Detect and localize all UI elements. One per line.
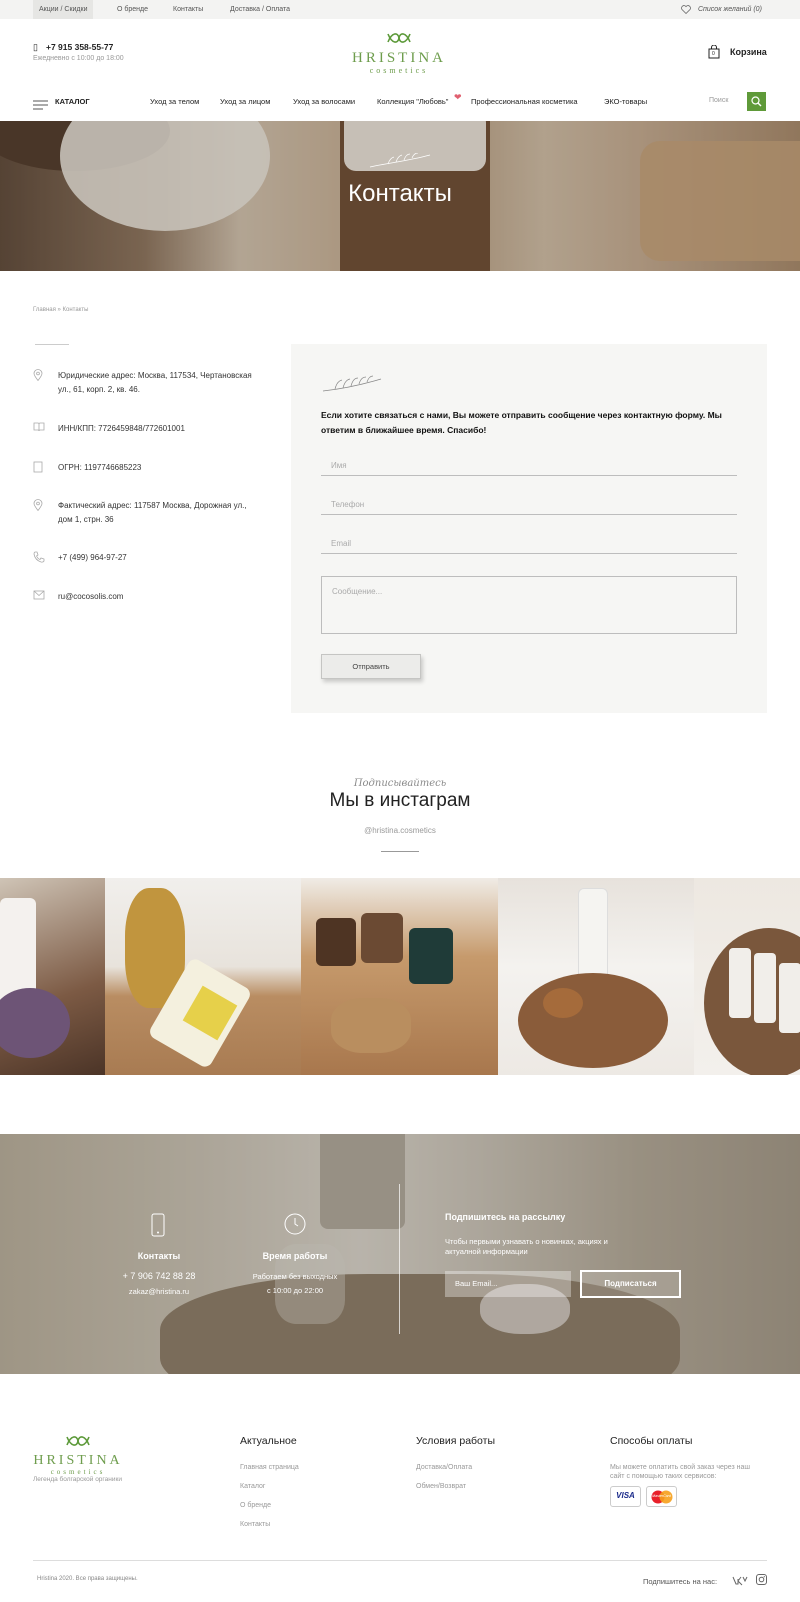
topbar-link-delivery[interactable]: Доставка / Оплата <box>230 0 290 19</box>
instagram-icon[interactable] <box>756 1572 767 1590</box>
mail-icon <box>33 590 45 602</box>
band-hours-line2: с 10:00 до 22:00 <box>266 1286 324 1295</box>
band-hours-title: Время работы <box>262 1251 328 1261</box>
phone-icon <box>33 551 45 563</box>
nav-item-hair[interactable]: Уход за волосами <box>293 92 355 112</box>
menu-icon[interactable] <box>33 97 48 115</box>
name-field[interactable]: Имя <box>321 456 737 476</box>
contact-text: Юридические адрес: Москва, 117534, Черта… <box>58 371 252 394</box>
phone-field[interactable]: Телефон <box>321 495 737 515</box>
logo[interactable]: HRISTINA cosmetics <box>344 30 454 76</box>
instagram-title: Мы в инстаграм <box>329 790 471 811</box>
follow-us-label: Подпишитесь на нас: <box>643 1577 718 1586</box>
hero-banner: Контакты <box>0 121 800 271</box>
instagram-photo[interactable] <box>498 878 694 1075</box>
nav-item-professional[interactable]: Профессиональная косметика <box>471 92 578 112</box>
footer-payment-desc: Мы можете оплатить свой заказ через наш … <box>610 1464 751 1480</box>
nav-item-body[interactable]: Уход за телом <box>150 92 199 112</box>
leaf-branch-icon <box>322 375 382 392</box>
topbar-link-contacts[interactable]: Контакты <box>173 0 203 19</box>
location-pin-icon <box>33 499 45 512</box>
contact-text: +7 (499) 964-97-27 <box>58 553 127 562</box>
footer-link-returns[interactable]: Обмен/Возврат <box>416 1483 466 1490</box>
subscribe-title: Подпишитесь на рассылку <box>445 1212 566 1222</box>
love-heart-icon: ❤ <box>454 92 462 102</box>
mobile-phone-icon <box>151 1213 165 1242</box>
phone-icon: ▯ <box>33 42 38 52</box>
form-intro: Если хотите связаться с нами, Вы можете … <box>321 410 722 435</box>
footer-link-home[interactable]: Главная страница <box>240 1464 299 1471</box>
location-pin-icon <box>33 369 45 382</box>
cart-icon[interactable]: 0 <box>708 44 720 64</box>
breadcrumb[interactable]: Главная » Контакты <box>33 307 88 313</box>
heart-icon[interactable] <box>681 0 691 19</box>
page-title: Контакты <box>348 180 452 207</box>
band-contacts-phone[interactable]: + 7 906 742 88 28 <box>99 1271 219 1281</box>
instagram-photo[interactable] <box>694 878 800 1075</box>
instagram-handle[interactable]: @hristina.cosmetics <box>0 826 800 835</box>
mastercard-icon: MasterCard <box>646 1486 677 1507</box>
band-hours-line1: Работаем без выходных <box>252 1272 338 1281</box>
search-button[interactable] <box>747 92 766 111</box>
top-bar: Акции / Скидки О бренде Контакты Доставк… <box>0 0 800 19</box>
logo-mark-icon <box>66 1436 90 1446</box>
footer-link-contacts[interactable]: Контакты <box>240 1521 270 1528</box>
footer-col-terms-title: Условия работы <box>416 1435 496 1447</box>
cart-count: 0 <box>712 51 715 57</box>
nav-item-face[interactable]: Уход за лицом <box>220 92 270 112</box>
footer-tagline: Легенда болгарской органики <box>33 1476 122 1483</box>
footer-logo[interactable]: HRISTINA cosmetics <box>33 1433 123 1477</box>
instagram-photo[interactable] <box>105 878 301 1075</box>
search-icon <box>751 96 762 107</box>
email-field[interactable]: Email <box>321 534 737 554</box>
search-input[interactable]: Поиск <box>709 97 728 104</box>
band-contacts-title: Контакты <box>137 1251 181 1261</box>
contact-text: ru@cocosolis.com <box>58 592 124 601</box>
message-field[interactable]: Сообщение... <box>321 576 737 634</box>
topbar-link-about[interactable]: О бренде <box>117 0 148 19</box>
nav-item-eco[interactable]: ЭКО-товары <box>604 92 647 112</box>
instagram-photo[interactable] <box>0 878 105 1075</box>
contact-text: ОГРН: 1197746685223 <box>58 463 142 472</box>
instagram-photo[interactable] <box>301 878 498 1075</box>
instagram-script-heading: Подписывайтесь <box>353 778 447 789</box>
catalog-button[interactable]: КАТАЛОГ <box>55 92 90 112</box>
copyright: Hristina 2020. Все права защищены. <box>37 1576 138 1582</box>
document-icon <box>33 461 45 473</box>
divider <box>381 851 419 852</box>
band-contacts-email[interactable]: zakaz@hristina.ru <box>99 1287 219 1296</box>
leaf-branch-icon <box>369 153 431 168</box>
contact-text: Фактический адрес: 117587 Москва, Дорожн… <box>58 501 247 524</box>
footer-col-payment-title: Способы оплаты <box>610 1435 693 1447</box>
logo-mark-icon <box>344 30 454 50</box>
footer-link-catalog[interactable]: Каталог <box>240 1483 265 1490</box>
header-hours: Ежедневно с 10:00 до 18:00 <box>33 55 124 62</box>
visa-card-icon: VISA <box>610 1486 641 1507</box>
logo-name: HRISTINA <box>352 50 446 66</box>
divider <box>35 344 69 345</box>
book-icon <box>33 422 45 434</box>
cart-link[interactable]: Корзина <box>730 47 767 57</box>
footer-col-actual-title: Актуальное <box>240 1435 297 1447</box>
vk-icon[interactable] <box>732 1573 748 1591</box>
footer-logo-name: HRISTINA <box>33 1453 123 1468</box>
topbar-link-sales[interactable]: Акции / Скидки <box>33 0 94 19</box>
mastercard-label: MasterCard <box>652 1494 671 1498</box>
clock-icon <box>284 1213 306 1240</box>
footer-link-about[interactable]: О бренде <box>240 1502 271 1509</box>
header-phone[interactable]: +7 915 358-55-77 <box>46 42 113 52</box>
contact-text: ИНН/КПП: 7726459848/772601001 <box>58 424 185 433</box>
subscribe-email-input[interactable]: Ваш Email... <box>445 1271 571 1297</box>
nav-item-love-collection[interactable]: Коллекция "Любовь" <box>377 92 448 112</box>
subscribe-description: Чтобы первыми узнавать о новинках, акция… <box>445 1237 608 1256</box>
footer-link-delivery[interactable]: Доставка/Оплата <box>416 1464 472 1471</box>
divider <box>33 1560 767 1561</box>
subscribe-button[interactable]: Подписаться <box>580 1270 681 1298</box>
logo-sub: cosmetics <box>369 66 429 75</box>
wishlist-link[interactable]: Список желаний (0) <box>698 0 762 19</box>
visa-label: VISA <box>616 1491 635 1500</box>
submit-button[interactable]: Отправить <box>321 654 421 679</box>
